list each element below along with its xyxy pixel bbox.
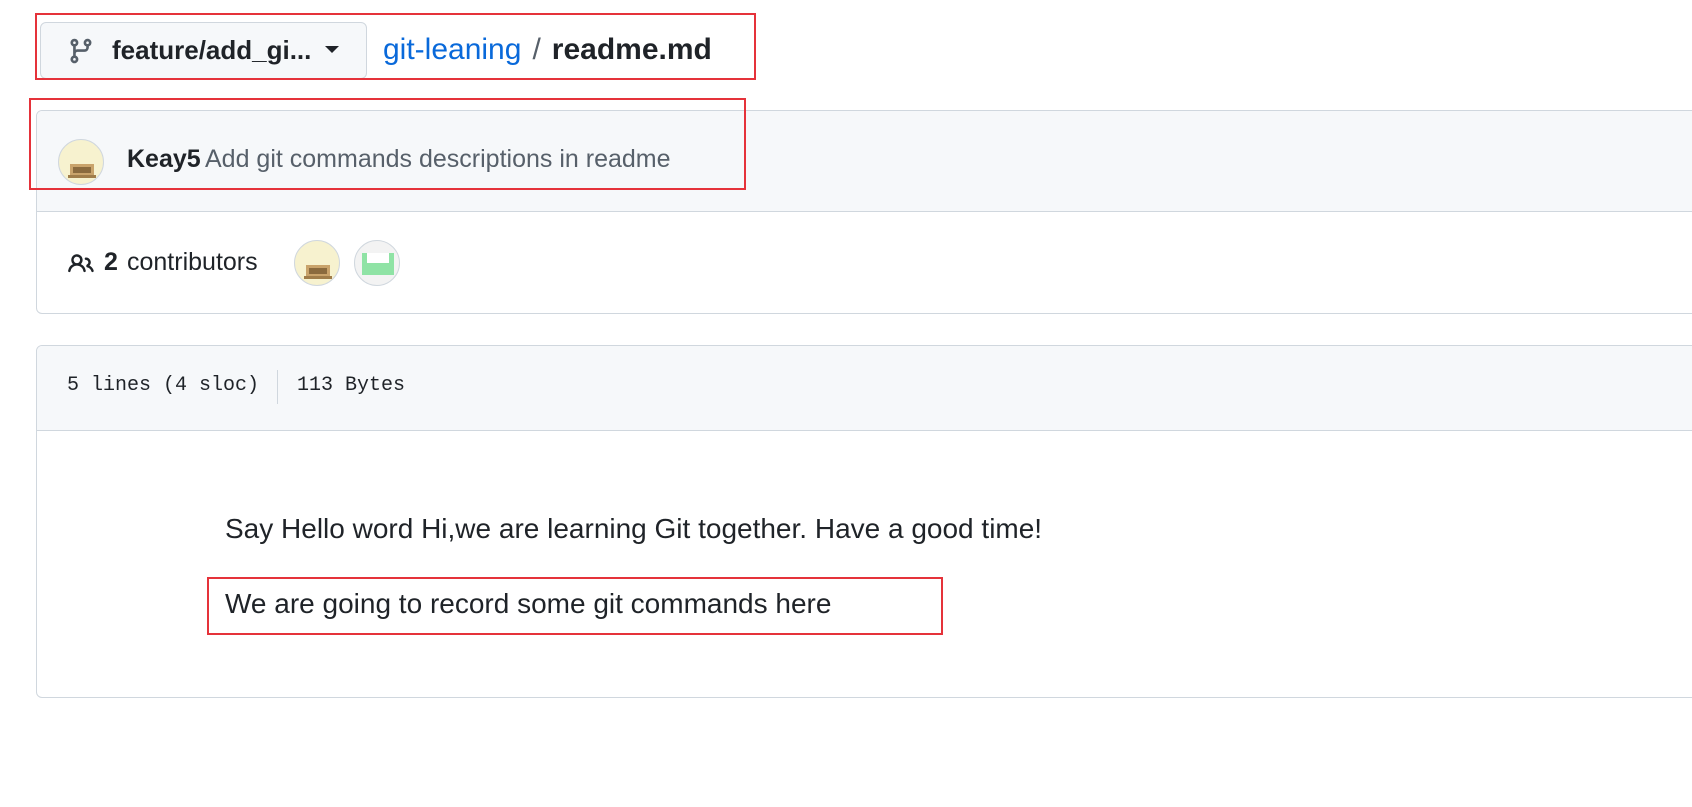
avatar-image [68,164,96,178]
git-branch-icon [70,38,92,63]
breadcrumb: git-leaning / readme.md [383,28,712,72]
branch-name: feature/add_gi... [112,35,312,65]
people-icon [68,254,94,273]
file-viewer: 5 lines (4 sloc) 113 Bytes Say Hello wor… [36,345,1692,698]
file-size: 113 Bytes [297,374,406,397]
commit-panel: Keay5 Add git commands descriptions in r… [36,110,1692,314]
contributors-label[interactable]: contributors [127,248,258,277]
divider [277,370,278,404]
paragraph: Say Hello word Hi,we are learning Git to… [225,513,1043,544]
repo-link[interactable]: git-leaning [383,33,521,66]
contributor-avatar[interactable] [354,240,400,286]
page: feature/add_gi... git-leaning / readme.md … [0,0,1692,807]
latest-commit: Keay5 Add git commands descriptions in r… [37,111,1692,212]
commit-message[interactable]: Add git commands descriptions in readme [205,145,671,174]
contributor-avatar[interactable] [294,240,340,286]
contributors-count[interactable]: 2 [104,248,118,277]
file-line-count: 5 lines (4 sloc) [67,374,260,397]
avatar-image [362,253,394,275]
chevron-down-icon [325,46,339,53]
avatar[interactable] [58,139,104,185]
file-info-bar: 5 lines (4 sloc) 113 Bytes [37,346,1692,431]
file-name: readme.md [551,33,712,66]
breadcrumb-separator: / [532,33,541,66]
paragraph: We are going to record some git commands… [225,588,832,619]
contributors-row: 2 contributors [37,212,1692,313]
avatar-image [304,265,332,279]
markdown-body: Say Hello word Hi,we are learning Git to… [37,431,1692,697]
branch-select-button[interactable]: feature/add_gi... [40,22,367,79]
commit-author[interactable]: Keay5 [127,145,201,174]
